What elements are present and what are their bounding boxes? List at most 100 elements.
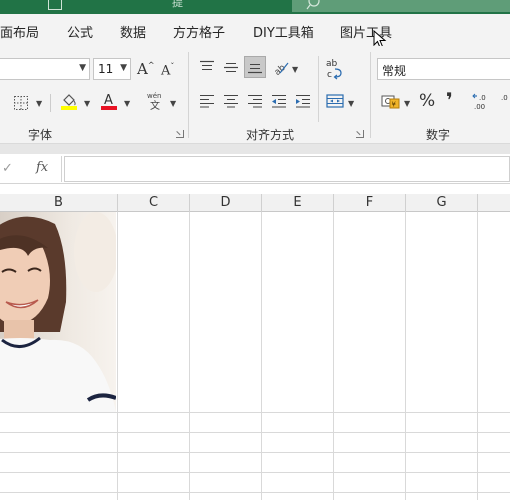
gridline (189, 212, 190, 500)
font-color-button[interactable]: A (98, 90, 120, 112)
column-header-g[interactable]: G (406, 194, 478, 212)
orientation-icon: ab (273, 62, 289, 75)
ribbon: ▼ 11 ▼ A^ Aˇ ▼ ▼ A ▼ wén 文 ▼ 字体 ab ▼ ab … (0, 46, 510, 144)
column-header-e[interactable]: E (262, 194, 334, 212)
tab-formulas[interactable]: 公式 (67, 22, 93, 41)
portrait-photo (0, 212, 116, 412)
gridline (0, 432, 510, 433)
gridline (405, 212, 406, 500)
gridline (117, 212, 118, 500)
chevron-down-icon: ▼ (120, 63, 127, 73)
align-center-icon (224, 95, 238, 108)
chevron-down-icon[interactable]: ▼ (36, 99, 42, 108)
increase-indent-icon (296, 95, 310, 108)
formula-input[interactable] (64, 156, 510, 182)
gridline (0, 492, 510, 493)
accounting-format-button[interactable]: ¥ (380, 90, 402, 112)
svg-text:c: c (327, 70, 332, 80)
enter-check-icon[interactable]: ✓ (2, 161, 13, 176)
svg-text:wén: wén (147, 92, 161, 100)
formula-controls: ✓ fx (0, 156, 62, 182)
divider (50, 94, 51, 112)
shrink-font-button[interactable]: Aˇ (161, 62, 174, 78)
chevron-down-icon[interactable]: ▼ (124, 99, 130, 108)
decrease-indent-icon (272, 95, 286, 108)
decrease-indent-button[interactable] (268, 90, 290, 112)
border-icon (14, 96, 28, 110)
align-right-button[interactable] (244, 90, 266, 112)
gridline (477, 212, 478, 500)
inserted-picture[interactable] (0, 212, 116, 412)
alignment-dialog-launcher-icon[interactable] (356, 130, 364, 138)
number-format-dropdown[interactable]: 常规 (377, 58, 510, 80)
align-middle-icon (224, 63, 238, 72)
font-dialog-launcher-icon[interactable] (176, 130, 184, 138)
increase-decimal-button[interactable]: .0 .00 (472, 90, 494, 112)
tab-data[interactable]: 数据 (120, 22, 146, 41)
orientation-button[interactable]: ab (270, 56, 292, 78)
grow-font-button[interactable]: A^ (137, 60, 155, 78)
fill-color-button[interactable] (58, 90, 80, 112)
title-fragment: 提 (172, 0, 183, 9)
svg-text:¥: ¥ (392, 101, 397, 109)
ribbon-tabs: 面布局 公式 数据 方方格子 DIY工具箱 图片工具 (0, 14, 510, 49)
align-bottom-icon (248, 64, 262, 74)
merge-center-icon (326, 94, 344, 108)
column-header-f[interactable]: F (334, 194, 406, 212)
percent-button[interactable]: % (419, 91, 435, 111)
svg-text:文: 文 (150, 99, 160, 112)
merge-center-button[interactable] (324, 90, 346, 112)
comma-style-button[interactable]: ❜ (446, 88, 453, 112)
quick-access-icon[interactable] (48, 0, 62, 10)
align-middle-button[interactable] (220, 56, 242, 78)
align-left-button[interactable] (196, 90, 218, 112)
column-header-c[interactable]: C (118, 194, 190, 212)
gridline (0, 472, 510, 473)
phonetic-button[interactable]: wén 文 (144, 90, 166, 112)
align-center-button[interactable] (220, 90, 242, 112)
svg-text:A: A (104, 93, 113, 108)
column-headers: B C D E F G (0, 194, 510, 212)
decrease-decimal-icon: .0 (501, 94, 508, 102)
font-name-dropdown[interactable]: ▼ (0, 58, 90, 80)
divider (318, 56, 319, 122)
group-separator (188, 52, 189, 138)
gridline (0, 412, 510, 413)
increase-indent-button[interactable] (292, 90, 314, 112)
gridline (333, 212, 334, 500)
align-bottom-button[interactable] (244, 56, 266, 78)
insert-function-button[interactable]: fx (36, 160, 48, 175)
number-group-label: 数字 (426, 128, 451, 142)
shrink-font-label: A (161, 63, 171, 79)
tab-diy-toolbox[interactable]: DIY工具箱 (253, 22, 314, 41)
align-left-icon (200, 95, 214, 108)
column-header-b[interactable]: B (0, 194, 118, 212)
column-header-d[interactable]: D (190, 194, 262, 212)
ribbon-spacer (0, 144, 510, 154)
phonetic-icon: wén 文 (147, 92, 161, 112)
wrap-text-button[interactable]: ab c (324, 56, 346, 82)
formula-bar: ✓ fx (0, 154, 510, 184)
align-right-icon (248, 95, 262, 108)
chevron-down-icon[interactable]: ▼ (84, 99, 90, 108)
chevron-down-icon[interactable]: ▼ (404, 99, 410, 108)
chevron-down-icon[interactable]: ▼ (348, 99, 354, 108)
chevron-down-icon[interactable]: ▼ (292, 65, 298, 74)
font-size-dropdown[interactable]: 11 ▼ (93, 58, 131, 80)
chevron-down-icon: ▼ (79, 63, 86, 73)
search-icon (306, 0, 320, 10)
tab-fangfang-gezi[interactable]: 方方格子 (173, 22, 225, 41)
svg-text:.0: .0 (501, 94, 508, 102)
font-group-label: 字体 (28, 128, 53, 142)
font-size-value: 11 (98, 62, 114, 76)
align-top-button[interactable] (196, 56, 218, 78)
tab-page-layout[interactable]: 面布局 (0, 22, 39, 41)
title-bar: 提 (0, 0, 510, 14)
align-top-icon (200, 60, 214, 70)
border-button[interactable] (10, 92, 32, 114)
decrease-decimal-button[interactable]: .0 (496, 90, 510, 112)
chevron-down-icon[interactable]: ▼ (170, 99, 176, 108)
svg-text:.0: .0 (479, 94, 486, 102)
font-color-icon: A (101, 93, 117, 110)
search-box[interactable] (292, 0, 510, 12)
